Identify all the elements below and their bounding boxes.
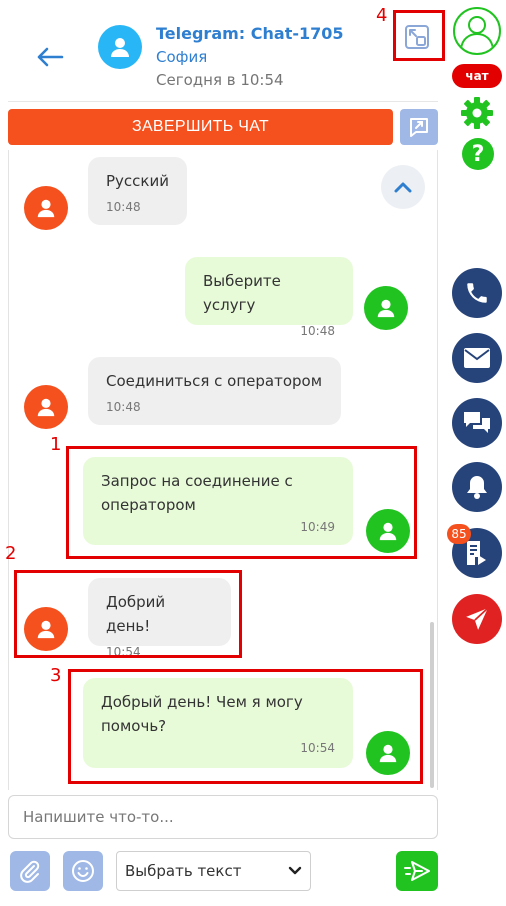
paperclip-icon bbox=[20, 860, 40, 883]
message-time: 10:48 bbox=[106, 200, 141, 214]
header-divider bbox=[8, 101, 438, 102]
operator-avatar bbox=[24, 385, 68, 429]
message-text: Выберите услугу bbox=[203, 272, 281, 314]
smiley-icon bbox=[72, 860, 94, 882]
chevron-down-icon bbox=[288, 866, 302, 875]
messages-button[interactable] bbox=[452, 398, 502, 448]
annotation-box bbox=[393, 10, 445, 61]
agent-avatar[interactable] bbox=[453, 7, 501, 55]
send-icon bbox=[466, 607, 489, 630]
emoji-button[interactable] bbox=[63, 851, 103, 891]
annotation-number: 2 bbox=[5, 543, 17, 564]
operator-avatar bbox=[24, 186, 68, 230]
template-select[interactable]: Выбрать текст bbox=[116, 851, 311, 891]
notification-count-badge: 85 bbox=[447, 524, 471, 544]
send-button[interactable] bbox=[396, 851, 438, 891]
phone-icon bbox=[467, 283, 487, 303]
scrollbar[interactable] bbox=[430, 622, 434, 788]
chat-window: Telegram: Chat-1705 София Сегодня в 10:5… bbox=[0, 0, 506, 906]
message-text: Русский bbox=[106, 172, 169, 190]
settings-button[interactable] bbox=[456, 92, 498, 134]
help-icon: ? bbox=[471, 141, 485, 167]
template-select-value: Выбрать текст bbox=[125, 862, 242, 880]
bell-icon bbox=[467, 476, 487, 499]
message-time: 10:48 bbox=[300, 324, 335, 338]
email-button[interactable] bbox=[452, 333, 502, 383]
message-bubble: Русский 10:48 bbox=[88, 157, 187, 225]
annotation-box bbox=[66, 446, 417, 559]
chat-title: Telegram: Chat-1705 bbox=[156, 24, 344, 43]
user-icon bbox=[460, 16, 494, 50]
message-bubble: Соединиться с оператором 10:48 bbox=[88, 357, 341, 425]
client-avatar bbox=[364, 286, 408, 330]
annotation-number: 1 bbox=[50, 434, 62, 455]
contact-avatar bbox=[98, 25, 142, 69]
send-icon bbox=[404, 861, 430, 881]
transfer-chat-button[interactable] bbox=[400, 109, 438, 145]
send-message-button[interactable] bbox=[452, 594, 502, 644]
annotation-box bbox=[14, 570, 242, 658]
share-icon bbox=[410, 118, 428, 137]
contact-name: София bbox=[156, 48, 208, 66]
annotation-number: 3 bbox=[50, 665, 62, 686]
back-arrow-icon[interactable] bbox=[34, 44, 64, 70]
help-button[interactable]: ? bbox=[462, 138, 494, 170]
notifications-button[interactable] bbox=[452, 462, 502, 512]
end-chat-button[interactable]: ЗАВЕРШИТЬ ЧАТ bbox=[8, 109, 393, 145]
scroll-up-button[interactable] bbox=[381, 165, 425, 209]
message-bubble: Выберите услугу 10:48 bbox=[185, 257, 353, 338]
chat-status-badge: чат bbox=[452, 64, 502, 88]
chevron-up-icon bbox=[394, 182, 412, 193]
document-icon bbox=[467, 541, 486, 565]
annotation-number: 4 bbox=[376, 5, 388, 26]
message-time: 10:48 bbox=[106, 400, 141, 414]
attach-button[interactable] bbox=[10, 851, 50, 891]
message-input[interactable] bbox=[8, 795, 438, 839]
chat-icon bbox=[464, 412, 490, 433]
call-button[interactable] bbox=[452, 268, 502, 318]
gear-icon bbox=[461, 97, 493, 129]
chat-timestamp: Сегодня в 10:54 bbox=[156, 71, 284, 89]
mail-icon bbox=[464, 348, 490, 368]
message-text: Соединиться с оператором bbox=[106, 372, 323, 390]
annotation-box bbox=[68, 669, 423, 784]
